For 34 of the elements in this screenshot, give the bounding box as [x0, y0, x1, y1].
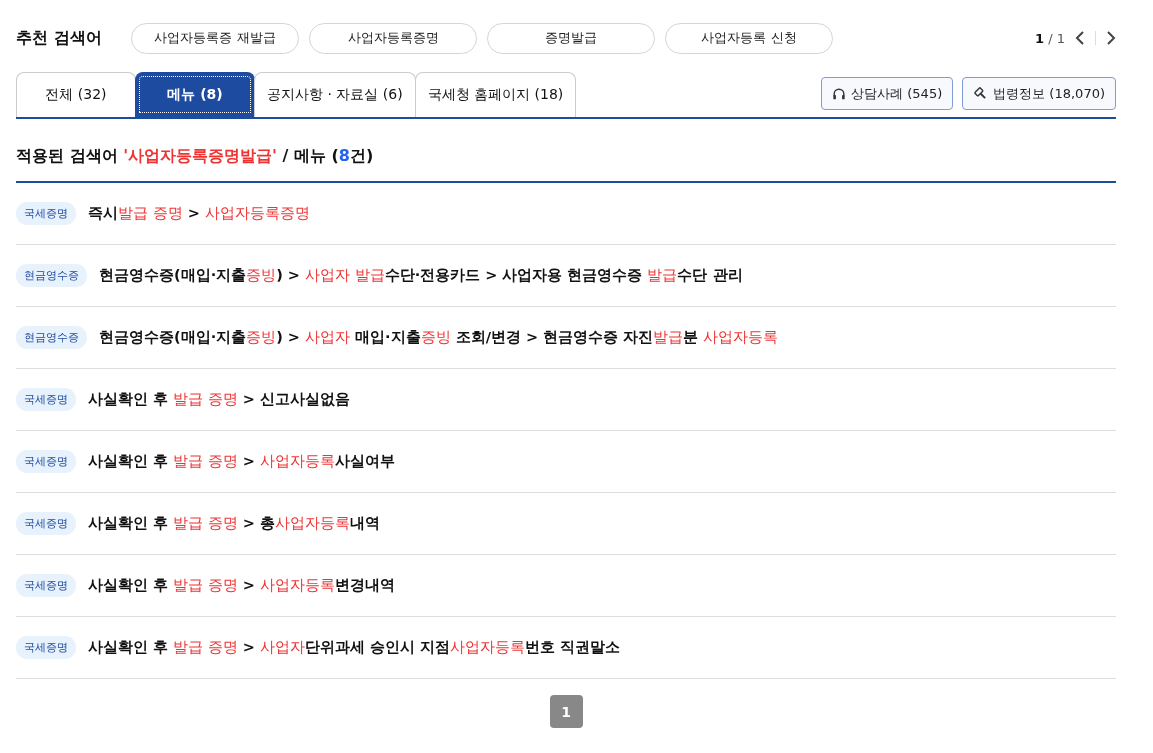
result-link[interactable]: 사실확인 후 발급 증명 > 사업자등록변경내역	[88, 576, 395, 595]
category-badge: 현금영수증	[16, 326, 87, 349]
category-badge: 국세증명	[16, 574, 76, 597]
result-link[interactable]: 즉시 발급 증명 > 사업자등록증명	[88, 204, 310, 223]
applied-search-heading: 적용된 검색어 '사업자등록증명발급' / 메뉴 (8건)	[16, 119, 1116, 183]
result-link[interactable]: 현금영수증(매입·지출증빙) > 사업자 발급수단·전용카드 > 사업자용 현금영수증 발급수단 관리	[99, 266, 743, 285]
link-button[interactable]: 상담사례 (545)	[821, 77, 954, 110]
category-badge: 현금영수증	[16, 264, 87, 287]
link-button[interactable]: 법령정보 (18,070)	[962, 77, 1116, 110]
keyword-chip[interactable]: 사업자등록 신청	[665, 22, 833, 54]
page-number[interactable]: 1	[549, 695, 583, 728]
keyword-chip[interactable]: 사업자등록증 재발급	[131, 22, 299, 54]
category-badge: 국세증명	[16, 512, 76, 535]
category-badge: 국세증명	[16, 202, 76, 225]
next-icon[interactable]	[1106, 30, 1116, 46]
category-badge: 국세증명	[16, 388, 76, 411]
tab[interactable]: 메뉴 (8)	[135, 72, 255, 117]
result-link[interactable]: 현금영수증(매입·지출증빙) > 사업자 매입·지출증빙 조회/변경 > 현금영수증 자진발급분 사업자등록	[99, 328, 779, 347]
result-link[interactable]: 사실확인 후 발급 증명 > 사업자단위과세 승인시 지점사업자등록번호 직권말소	[88, 638, 621, 657]
page-indicator: 1 / 1	[1035, 30, 1065, 46]
category-badge: 국세증명	[16, 636, 76, 659]
keyword-chip[interactable]: 증명발급	[487, 22, 655, 54]
tab[interactable]: 국세청 홈페이지 (18)	[414, 72, 577, 117]
gavel-icon	[973, 86, 989, 101]
tab[interactable]: 전체 (32)	[16, 72, 136, 117]
previous-icon[interactable]	[1075, 30, 1085, 46]
result-link[interactable]: 사실확인 후 발급 증명 > 총사업자등록내역	[88, 514, 380, 533]
keyword-chip[interactable]: 사업자등록증명	[309, 22, 477, 54]
tab[interactable]: 공지사항 · 자료실 (6)	[254, 72, 416, 117]
result-link[interactable]: 사실확인 후 발급 증명 > 신고사실없음	[88, 390, 350, 409]
result-link[interactable]: 사실확인 후 발급 증명 > 사업자등록사실여부	[88, 452, 395, 471]
recommend-label: 추천 검색어	[16, 27, 103, 49]
headset-icon	[832, 86, 847, 101]
category-badge: 국세증명	[16, 450, 76, 473]
